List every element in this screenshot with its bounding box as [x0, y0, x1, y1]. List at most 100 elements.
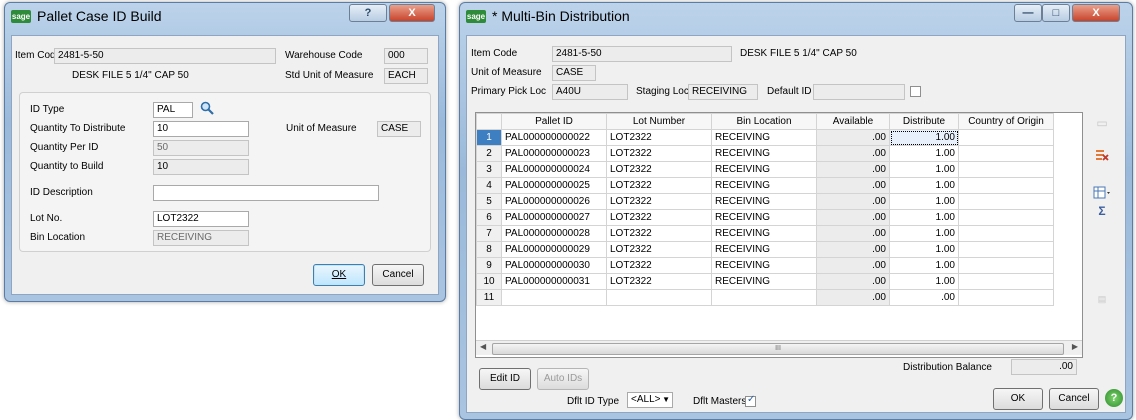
ok-button[interactable]: OK [313, 264, 365, 286]
id-description-field[interactable] [153, 185, 379, 201]
lot-number-cell[interactable]: LOT2322 [606, 225, 712, 242]
cancel-button[interactable]: Cancel [372, 264, 424, 286]
distribute-cell[interactable]: 1.00 [889, 177, 959, 194]
table-row[interactable]: 1 PAL000000000022 LOT2322 RECEIVING .00 1.00 [476, 129, 1054, 146]
default-id-checkbox[interactable] [910, 86, 921, 97]
help-icon[interactable]: ? [1105, 389, 1123, 407]
scroll-left-icon[interactable]: ◀ [480, 342, 486, 351]
distribute-cell[interactable]: 1.00 [889, 161, 959, 178]
maximize-button[interactable]: □ [1042, 4, 1070, 22]
table-row[interactable]: 2 PAL000000000023 LOT2322 RECEIVING .00 1.00 [476, 145, 1054, 162]
table-row[interactable]: 4 PAL000000000025 LOT2322 RECEIVING .00 1.00 [476, 177, 1054, 194]
scroll-thumb[interactable]: III [492, 343, 1064, 355]
country-of-origin-cell[interactable] [958, 209, 1054, 226]
pallet-id-cell[interactable]: PAL000000000028 [501, 225, 607, 242]
country-of-origin-cell[interactable] [958, 177, 1054, 194]
country-of-origin-cell[interactable] [958, 289, 1054, 306]
lot-number-cell[interactable]: LOT2322 [606, 177, 712, 194]
dflt-masters-checkbox[interactable]: ✓ [745, 394, 756, 407]
table-row[interactable]: 10 PAL000000000031 LOT2322 RECEIVING .00 1.00 [476, 273, 1054, 290]
scroll-right-icon[interactable]: ▶ [1072, 342, 1078, 351]
table-row[interactable]: 6 PAL000000000027 LOT2322 RECEIVING .00 1.00 [476, 209, 1054, 226]
column-header-distribute[interactable]: Distribute [889, 113, 959, 130]
grid-customize-icon[interactable] [1093, 186, 1110, 200]
lot-number-cell[interactable] [606, 289, 712, 306]
bin-location-cell[interactable]: RECEIVING [711, 193, 817, 210]
distribute-cell[interactable]: 1.00 [889, 209, 959, 226]
distribute-cell[interactable]: 1.00 [889, 193, 959, 210]
close-button[interactable]: X [1072, 4, 1120, 22]
lot-no-field[interactable]: LOT2322 [153, 211, 249, 227]
column-header-lot-number[interactable]: Lot Number [606, 113, 712, 130]
help-button[interactable]: ? [349, 4, 387, 22]
bin-location-cell[interactable]: RECEIVING [711, 273, 817, 290]
distribute-cell[interactable]: 1.00 [889, 273, 959, 290]
distribute-cell[interactable]: 1.00 [889, 241, 959, 258]
close-button[interactable]: X [389, 4, 435, 22]
ok-button[interactable]: OK [993, 388, 1043, 410]
country-of-origin-cell[interactable] [958, 273, 1054, 290]
lot-number-cell[interactable]: LOT2322 [606, 273, 712, 290]
pallet-id-cell[interactable]: PAL000000000023 [501, 145, 607, 162]
distribute-cell[interactable]: 1.00 [889, 225, 959, 242]
minimize-button[interactable]: — [1014, 4, 1042, 22]
qty-distribute-field[interactable]: 10 [153, 121, 249, 137]
delete-rows-icon[interactable] [1095, 148, 1109, 162]
table-row[interactable]: 3 PAL000000000024 LOT2322 RECEIVING .00 1.00 [476, 161, 1054, 178]
lot-number-cell[interactable]: LOT2322 [606, 209, 712, 226]
pallet-id-cell[interactable]: PAL000000000027 [501, 209, 607, 226]
pallet-id-cell[interactable]: PAL000000000026 [501, 193, 607, 210]
table-row[interactable]: 5 PAL000000000026 LOT2322 RECEIVING .00 1.00 [476, 193, 1054, 210]
title-bar[interactable]: sage Pallet Case ID Build ? X [5, 3, 445, 31]
pallet-id-cell[interactable]: PAL000000000030 [501, 257, 607, 274]
table-row[interactable]: 9 PAL000000000030 LOT2322 RECEIVING .00 1.00 [476, 257, 1054, 274]
bin-location-cell[interactable]: RECEIVING [711, 225, 817, 242]
bin-location-cell[interactable]: RECEIVING [711, 209, 817, 226]
country-of-origin-cell[interactable] [958, 257, 1054, 274]
bin-location-cell[interactable]: RECEIVING [711, 257, 817, 274]
column-header-pallet-id[interactable]: Pallet ID [501, 113, 607, 130]
distribute-cell[interactable]: 1.00 [889, 257, 959, 274]
distribute-cell[interactable]: 1.00 [889, 145, 959, 162]
bin-location-cell[interactable]: RECEIVING [711, 177, 817, 194]
column-header-available[interactable]: Available [816, 113, 890, 130]
title-bar[interactable]: sage * Multi-Bin Distribution — □ X [460, 3, 1132, 31]
lot-number-cell[interactable]: LOT2322 [606, 241, 712, 258]
pallet-id-cell[interactable]: PAL000000000031 [501, 273, 607, 290]
country-of-origin-cell[interactable] [958, 145, 1054, 162]
pallet-id-cell[interactable]: PAL000000000029 [501, 241, 607, 258]
pallet-id-cell[interactable]: PAL000000000022 [501, 129, 607, 146]
distribute-cell[interactable]: .00 [889, 289, 959, 306]
bin-location-cell[interactable] [711, 289, 817, 306]
lot-number-cell[interactable]: LOT2322 [606, 257, 712, 274]
dflt-id-type-select[interactable]: <ALL> ▼ [627, 392, 673, 408]
chevron-down-icon[interactable]: ▼ [662, 393, 670, 407]
cancel-button[interactable]: Cancel [1049, 388, 1099, 410]
lot-number-cell[interactable]: LOT2322 [606, 129, 712, 146]
bin-location-cell[interactable]: RECEIVING [711, 161, 817, 178]
pallet-id-cell[interactable]: PAL000000000024 [501, 161, 607, 178]
column-header-bin-location[interactable]: Bin Location [711, 113, 817, 130]
edit-id-button[interactable]: Edit ID [479, 368, 531, 390]
id-type-field[interactable]: PAL [153, 102, 193, 118]
bin-location-cell[interactable]: RECEIVING [711, 129, 817, 146]
country-of-origin-cell[interactable] [958, 241, 1054, 258]
sum-icon[interactable]: Σ [1095, 204, 1109, 218]
column-header-country-of-origin[interactable]: Country of Origin [958, 113, 1054, 130]
pallet-id-cell[interactable]: PAL000000000025 [501, 177, 607, 194]
country-of-origin-cell[interactable] [958, 193, 1054, 210]
bin-location-cell[interactable]: RECEIVING [711, 241, 817, 258]
horizontal-scrollbar[interactable]: ◀ III ▶ [476, 340, 1082, 355]
table-row[interactable]: 7 PAL000000000028 LOT2322 RECEIVING .00 1.00 [476, 225, 1054, 242]
bin-location-cell[interactable]: RECEIVING [711, 145, 817, 162]
distribute-cell[interactable]: 1.00 [889, 129, 959, 146]
country-of-origin-cell[interactable] [958, 161, 1054, 178]
search-icon[interactable] [200, 101, 214, 115]
pallet-id-cell[interactable] [501, 289, 607, 306]
table-row[interactable]: 11 .00.00 [476, 289, 1054, 306]
country-of-origin-cell[interactable] [958, 129, 1054, 146]
lot-number-cell[interactable]: LOT2322 [606, 145, 712, 162]
country-of-origin-cell[interactable] [958, 225, 1054, 242]
lot-number-cell[interactable]: LOT2322 [606, 193, 712, 210]
table-row[interactable]: 8 PAL000000000029 LOT2322 RECEIVING .00 1.00 [476, 241, 1054, 258]
